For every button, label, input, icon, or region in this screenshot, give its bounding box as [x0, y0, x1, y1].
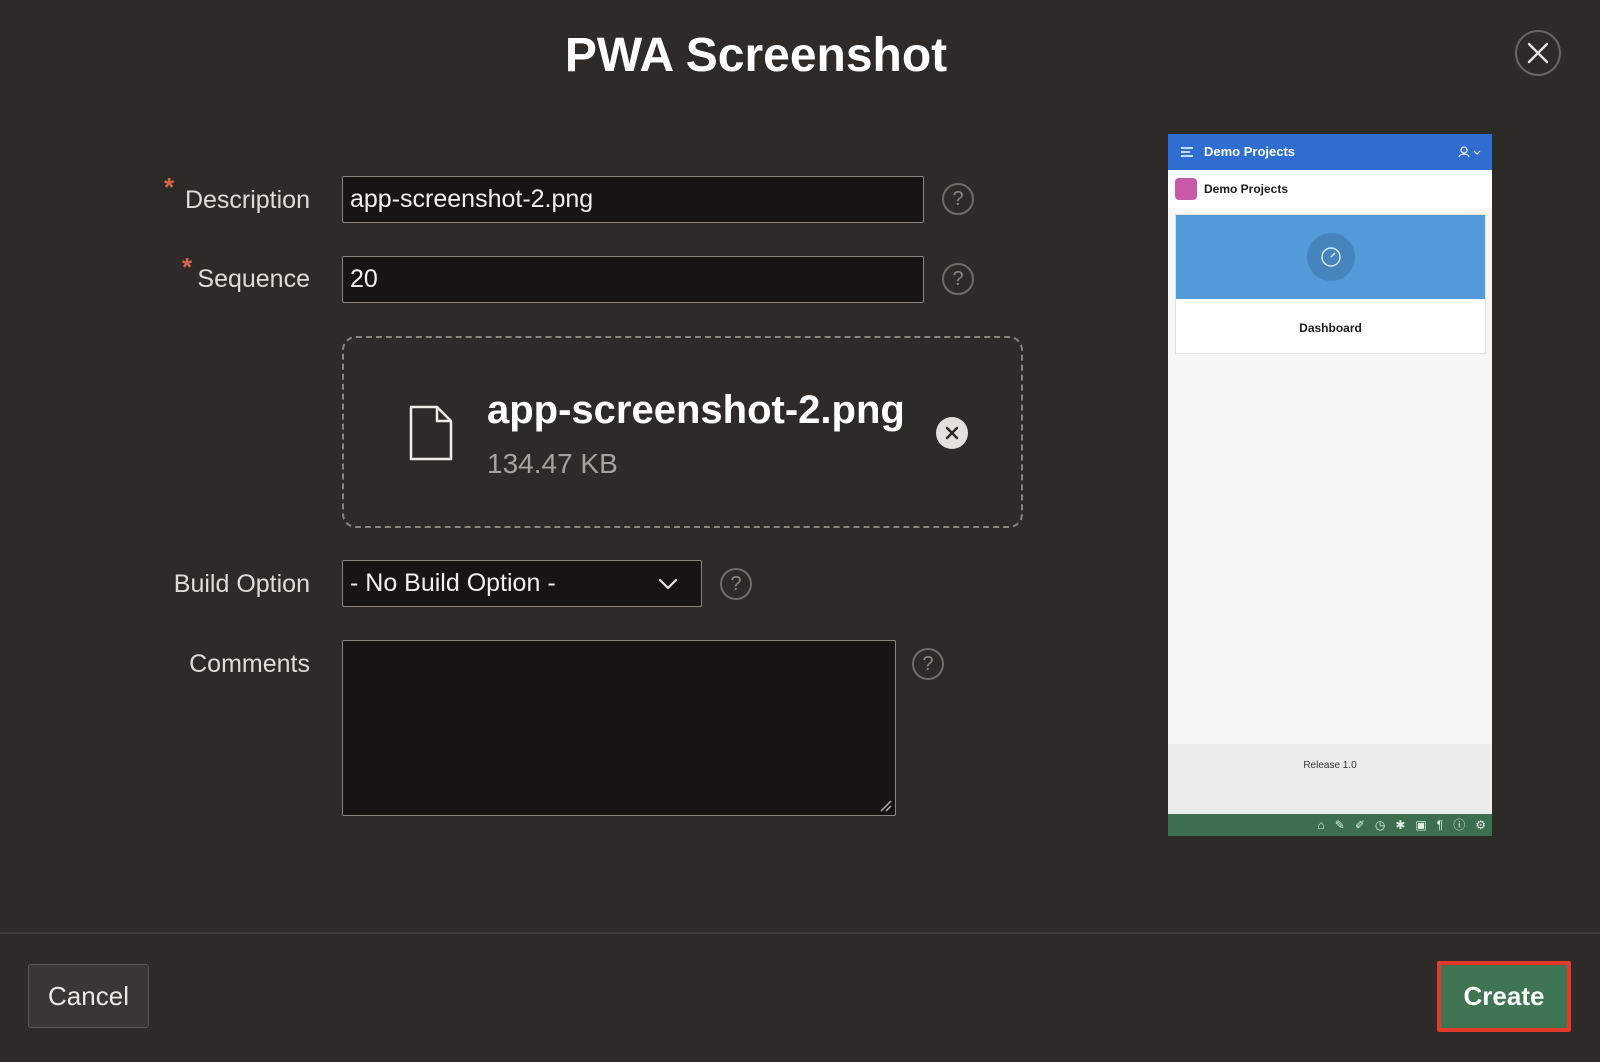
session-icon: ◷	[1374, 818, 1386, 832]
resize-grip-icon[interactable]	[880, 800, 892, 812]
sequence-label: Sequence	[197, 265, 310, 293]
home-icon: ⌂	[1317, 818, 1325, 832]
dialog-title: PWA Screenshot	[564, 29, 948, 82]
preview-dev-toolbar: ⌂ ✎ ✐ ◷ ✱ ▣ ¶ ⓘ ⚙	[1168, 814, 1492, 836]
view-debug-icon: ✱	[1395, 818, 1406, 832]
sequence-input[interactable]	[342, 256, 924, 303]
remove-file-button[interactable]	[936, 417, 968, 449]
settings-icon: ⚙	[1475, 818, 1486, 832]
customize-icon: ¶	[1436, 818, 1444, 832]
preview-release-text: Release 1.0	[1303, 760, 1357, 771]
file-size: 134.47 KB	[487, 448, 618, 479]
preview-app-row: Demo Projects	[1168, 170, 1492, 208]
sequence-help-icon[interactable]: ?	[942, 263, 974, 295]
close-button[interactable]	[1515, 30, 1561, 76]
close-icon	[1527, 42, 1549, 64]
preview-dashboard-card: Dashboard	[1175, 214, 1486, 354]
build-option-select[interactable]: - No Build Option -	[342, 560, 702, 607]
edit-page-icon: ✐	[1354, 818, 1365, 832]
preview-footer: Release 1.0	[1168, 744, 1492, 814]
build-option-help-icon[interactable]: ?	[720, 568, 752, 600]
user-icon	[1458, 146, 1481, 158]
required-marker: *	[182, 252, 193, 282]
quick-sql-icon: ▣	[1415, 818, 1427, 832]
menu-icon	[1181, 147, 1193, 157]
close-icon	[945, 426, 959, 440]
create-button[interactable]: Create	[1437, 961, 1571, 1032]
description-help-icon[interactable]: ?	[942, 183, 974, 215]
preview-header: Demo Projects	[1168, 134, 1492, 170]
screenshot-preview: Demo Projects Demo Projects Dashboard Re…	[1168, 134, 1492, 836]
comments-label: Comments	[189, 650, 310, 678]
chevron-down-icon	[658, 578, 678, 590]
required-marker: *	[164, 172, 175, 202]
comments-textarea[interactable]	[342, 640, 896, 816]
comments-help-icon[interactable]: ?	[912, 648, 944, 680]
footer-divider	[0, 932, 1600, 934]
preview-card-label: Dashboard	[1299, 321, 1362, 335]
info-icon: ⓘ	[1453, 818, 1466, 832]
card-banner	[1176, 215, 1485, 299]
preview-header-title: Demo Projects	[1204, 144, 1296, 159]
edit-icon: ✎	[1334, 818, 1345, 832]
dashboard-icon	[1307, 233, 1355, 281]
description-label: Description	[184, 186, 310, 214]
file-name: app-screenshot-2.png	[487, 388, 905, 432]
file-icon	[409, 405, 453, 461]
build-option-label: Build Option	[173, 570, 310, 598]
file-dropzone[interactable]: app-screenshot-2.png 134.47 KB	[342, 336, 1023, 528]
preview-app-name: Demo Projects	[1204, 182, 1289, 196]
description-input[interactable]	[342, 176, 924, 223]
build-option-value: - No Build Option -	[350, 569, 556, 597]
cancel-button[interactable]: Cancel	[28, 964, 149, 1028]
app-icon	[1175, 178, 1197, 200]
